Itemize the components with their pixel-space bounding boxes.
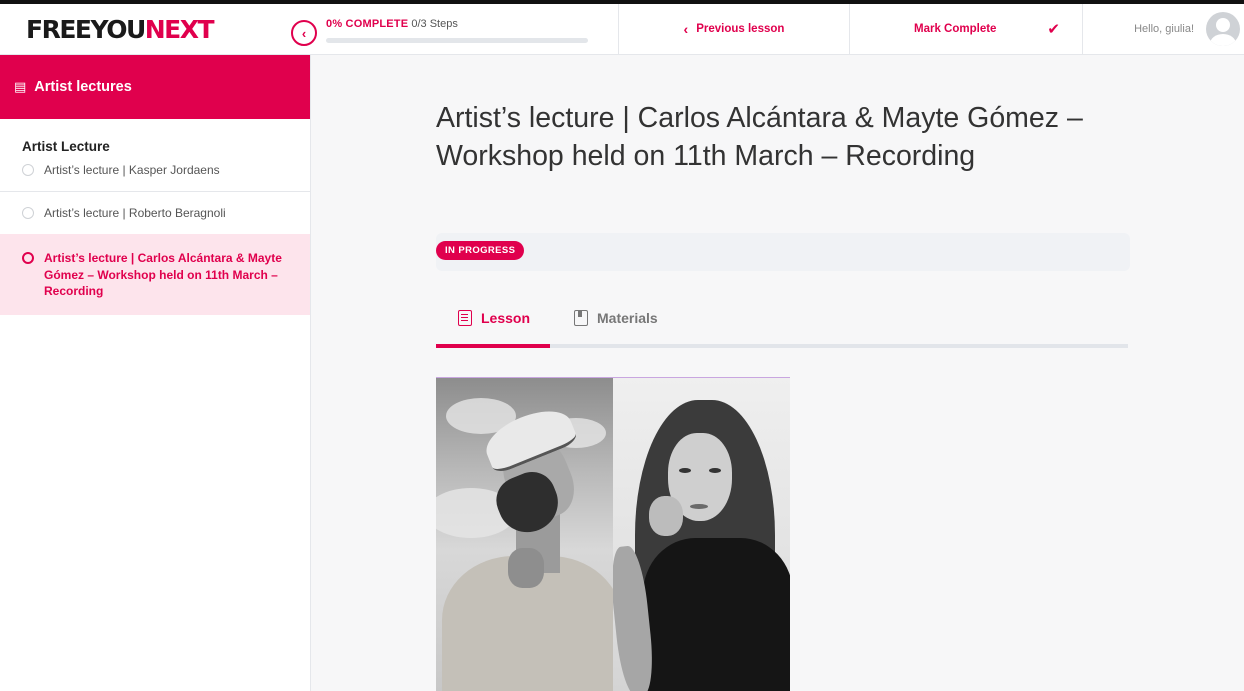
- photo-figure: [508, 548, 544, 588]
- mark-complete-button[interactable]: Mark Complete ✔: [849, 4, 1082, 54]
- progress-percent: 0% COMPLETE: [326, 18, 409, 30]
- user-avatar-icon[interactable]: [1206, 12, 1240, 46]
- tab-materials-label: Materials: [597, 310, 658, 326]
- chevron-left-icon: ‹: [683, 21, 689, 37]
- user-menu[interactable]: Hello, giulia!: [1082, 4, 1244, 54]
- progress-bar: [326, 38, 588, 43]
- tab-lesson[interactable]: Lesson: [458, 303, 530, 333]
- artist-photo: [436, 377, 790, 691]
- lesson-item-label: Artist’s lecture | Carlos Alcántara & Ma…: [44, 251, 282, 298]
- check-icon: ✔: [1047, 21, 1060, 38]
- lesson-item-label: Artist’s lecture | Roberto Beragnoli: [44, 206, 226, 221]
- logo[interactable]: FREEYOUNEXT: [0, 4, 310, 54]
- section-title: Artist Lecture: [22, 139, 110, 154]
- status-row: IN PROGRESS: [436, 233, 1130, 271]
- course-progress: 0% COMPLETE 0/3 Steps: [310, 4, 618, 54]
- lesson-tabs: Lesson Materials: [436, 303, 1130, 349]
- logo-text-primary: FREEYOU: [26, 14, 146, 44]
- lesson-item-active[interactable]: Artist’s lecture | Carlos Alcántara & Ma…: [0, 234, 310, 315]
- top-header: FREEYOUNEXT 0% COMPLETE 0/3 Steps ‹ Prev…: [0, 4, 1244, 55]
- document-icon: ▤: [14, 79, 27, 94]
- document-icon: [458, 310, 472, 326]
- bookmark-icon: [574, 310, 588, 326]
- chevron-left-icon: ‹: [301, 25, 307, 41]
- previous-lesson-label: Previous lesson: [696, 23, 785, 35]
- photo-figure: [649, 496, 683, 536]
- lesson-content: Artist’s lecture | Carlos Alcántara & Ma…: [311, 55, 1244, 691]
- lesson-title: Artist’s lecture | Carlos Alcántara & Ma…: [436, 102, 1083, 173]
- progress-steps: 0/3 Steps: [411, 18, 458, 30]
- photo-figure: [643, 538, 790, 691]
- lesson-status-circle-icon: [22, 164, 34, 176]
- photo-figure: [690, 504, 708, 509]
- sidebar-collapse-button[interactable]: ‹: [291, 20, 317, 46]
- photo-figure: [709, 468, 721, 473]
- sidebar-header[interactable]: ▤ Artist lectures: [0, 55, 310, 119]
- lesson-item[interactable]: Artist’s lecture | Roberto Beragnoli: [0, 192, 310, 234]
- photo-figure: [679, 468, 691, 473]
- tab-active-indicator: [436, 344, 550, 348]
- lesson-status-circle-icon: [22, 207, 34, 220]
- status-badge: IN PROGRESS: [436, 241, 525, 260]
- mark-complete-label: Mark Complete: [914, 23, 997, 35]
- sidebar-title: Artist lectures: [34, 79, 132, 95]
- lesson-item-label: Artist’s lecture | Kasper Jordaens: [44, 163, 220, 177]
- lesson-item[interactable]: Artist’s lecture | Kasper Jordaens: [0, 154, 310, 193]
- user-greeting: Hello, giulia!: [1134, 23, 1194, 35]
- artist-photo-left: [436, 378, 613, 691]
- course-sidebar: ▤ Artist lectures Artist Lecture Artist’…: [0, 55, 311, 691]
- tab-lesson-label: Lesson: [481, 310, 531, 326]
- lesson-status-circle-icon: [22, 252, 34, 265]
- tab-materials[interactable]: Materials: [574, 303, 658, 333]
- artist-photo-right: [613, 378, 790, 691]
- logo-text-accent: NEXT: [144, 14, 215, 44]
- previous-lesson-button[interactable]: ‹ Previous lesson: [618, 4, 849, 54]
